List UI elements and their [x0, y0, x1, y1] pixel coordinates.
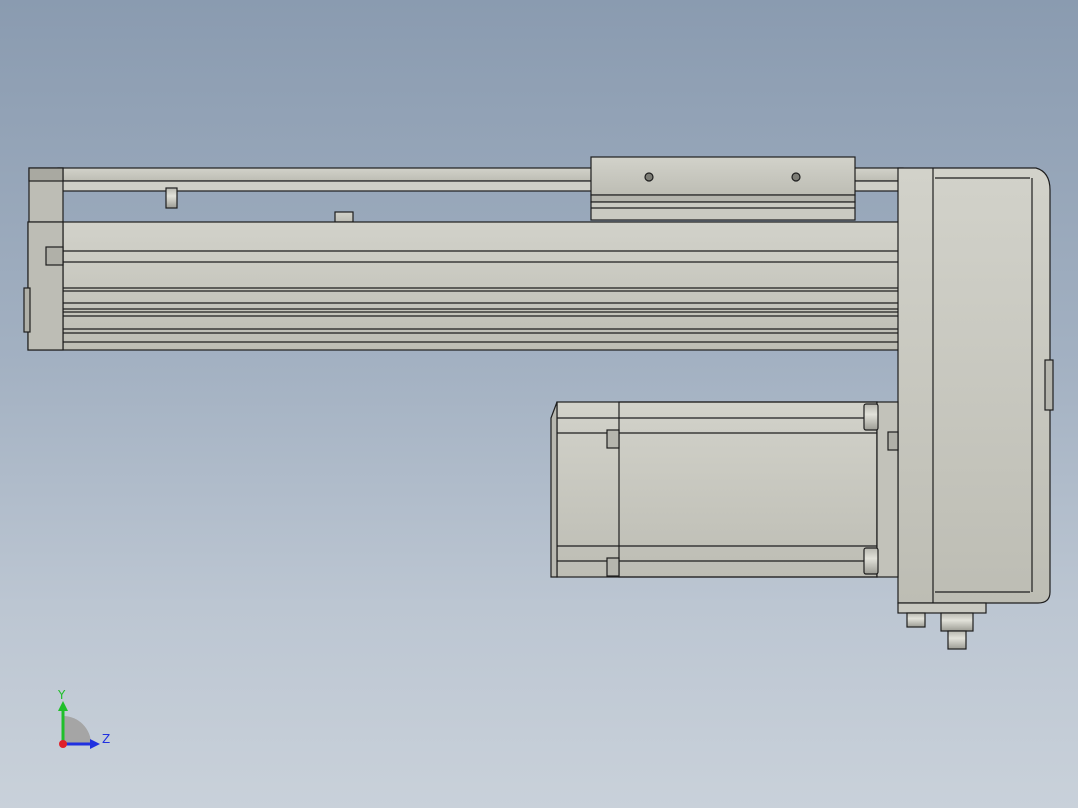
fitting-stem [947, 630, 967, 650]
left-end-cap [27, 221, 64, 351]
cad-model[interactable] [0, 0, 1078, 808]
fitting-nut [940, 612, 974, 632]
small-tab [334, 211, 354, 223]
carriage-screw-1 [644, 172, 654, 182]
motor-body [556, 401, 878, 578]
actuator-extrusion [27, 221, 901, 351]
axis-triad [58, 701, 100, 749]
motor-housing [897, 167, 1051, 604]
y-axis-label: Y [58, 688, 66, 702]
stopper-pin [165, 187, 178, 209]
graphics-viewport[interactable]: Y Z [0, 0, 1078, 808]
carriage-screw-2 [791, 172, 801, 182]
carriage-block [590, 156, 856, 196]
motor-rear-cap [550, 401, 558, 578]
z-axis-label: Z [102, 732, 111, 746]
fitting-small [906, 612, 926, 628]
